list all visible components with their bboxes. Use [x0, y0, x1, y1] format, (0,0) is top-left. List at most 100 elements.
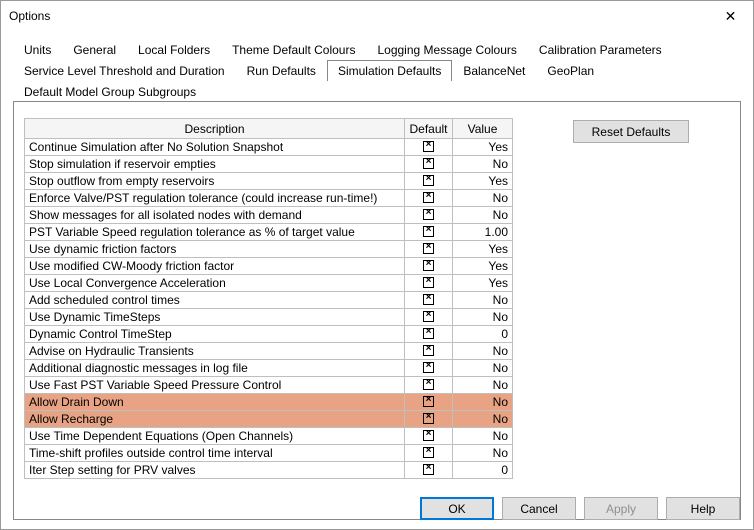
- cancel-button[interactable]: Cancel: [502, 497, 576, 520]
- cell-default[interactable]: [405, 275, 453, 292]
- cell-default[interactable]: [405, 173, 453, 190]
- cell-value[interactable]: No: [453, 394, 513, 411]
- table-row[interactable]: Dynamic Control TimeStep 0: [25, 326, 513, 343]
- table-row[interactable]: PST Variable Speed regulation tolerance …: [25, 224, 513, 241]
- table-row[interactable]: Stop outflow from empty reservoirs Yes: [25, 173, 513, 190]
- tab-simulation-defaults[interactable]: Simulation Defaults: [327, 60, 452, 81]
- table-row[interactable]: Allow Drain Down No: [25, 394, 513, 411]
- tab-calibration-parameters[interactable]: Calibration Parameters: [528, 39, 673, 60]
- cell-value[interactable]: No: [453, 156, 513, 173]
- col-value[interactable]: Value: [453, 119, 513, 139]
- cell-value[interactable]: Yes: [453, 258, 513, 275]
- table-row[interactable]: Add scheduled control times No: [25, 292, 513, 309]
- tab-run-defaults[interactable]: Run Defaults: [236, 60, 327, 81]
- cell-description[interactable]: Dynamic Control TimeStep: [25, 326, 405, 343]
- cell-default[interactable]: [405, 190, 453, 207]
- cell-description[interactable]: PST Variable Speed regulation tolerance …: [25, 224, 405, 241]
- cell-value[interactable]: No: [453, 411, 513, 428]
- cell-description[interactable]: Use modified CW-Moody friction factor: [25, 258, 405, 275]
- cell-value[interactable]: No: [453, 309, 513, 326]
- settings-table[interactable]: Description Default Value Continue Simul…: [24, 118, 513, 479]
- table-row[interactable]: Use Local Convergence Acceleration Yes: [25, 275, 513, 292]
- cell-default[interactable]: [405, 360, 453, 377]
- cell-default[interactable]: [405, 377, 453, 394]
- reset-defaults-button[interactable]: Reset Defaults: [573, 120, 689, 143]
- table-row[interactable]: Iter Step setting for PRV valves 0: [25, 462, 513, 479]
- cell-description[interactable]: Use Dynamic TimeSteps: [25, 309, 405, 326]
- cell-description[interactable]: Add scheduled control times: [25, 292, 405, 309]
- table-row[interactable]: Advise on Hydraulic Transients No: [25, 343, 513, 360]
- cell-value[interactable]: No: [453, 343, 513, 360]
- cell-description[interactable]: Stop outflow from empty reservoirs: [25, 173, 405, 190]
- cell-value[interactable]: No: [453, 190, 513, 207]
- table-row[interactable]: Continue Simulation after No Solution Sn…: [25, 139, 513, 156]
- cell-description[interactable]: Additional diagnostic messages in log fi…: [25, 360, 405, 377]
- cell-default[interactable]: [405, 326, 453, 343]
- cell-description[interactable]: Use Local Convergence Acceleration: [25, 275, 405, 292]
- ok-button[interactable]: OK: [420, 497, 494, 520]
- table-row[interactable]: Use Time Dependent Equations (Open Chann…: [25, 428, 513, 445]
- table-row[interactable]: Use Dynamic TimeSteps No: [25, 309, 513, 326]
- cell-default[interactable]: [405, 394, 453, 411]
- tab-local-folders[interactable]: Local Folders: [127, 39, 221, 60]
- cell-value[interactable]: Yes: [453, 275, 513, 292]
- cell-value[interactable]: 0: [453, 326, 513, 343]
- cell-value[interactable]: No: [453, 445, 513, 462]
- cell-description[interactable]: Iter Step setting for PRV valves: [25, 462, 405, 479]
- table-row[interactable]: Use modified CW-Moody friction factor Yes: [25, 258, 513, 275]
- cell-value[interactable]: No: [453, 292, 513, 309]
- cell-default[interactable]: [405, 224, 453, 241]
- cell-value[interactable]: No: [453, 360, 513, 377]
- table-row[interactable]: Enforce Valve/PST regulation tolerance (…: [25, 190, 513, 207]
- cell-description[interactable]: Use dynamic friction factors: [25, 241, 405, 258]
- table-row[interactable]: Allow Recharge No: [25, 411, 513, 428]
- table-row[interactable]: Use Fast PST Variable Speed Pressure Con…: [25, 377, 513, 394]
- cell-description[interactable]: Use Time Dependent Equations (Open Chann…: [25, 428, 405, 445]
- tab-logging-message-colours[interactable]: Logging Message Colours: [366, 39, 527, 60]
- table-row[interactable]: Time-shift profiles outside control time…: [25, 445, 513, 462]
- cell-description[interactable]: Use Fast PST Variable Speed Pressure Con…: [25, 377, 405, 394]
- cell-description[interactable]: Show messages for all isolated nodes wit…: [25, 207, 405, 224]
- cell-value[interactable]: No: [453, 428, 513, 445]
- cell-description[interactable]: Stop simulation if reservoir empties: [25, 156, 405, 173]
- cell-value[interactable]: Yes: [453, 173, 513, 190]
- table-row[interactable]: Show messages for all isolated nodes wit…: [25, 207, 513, 224]
- help-button[interactable]: Help: [666, 497, 740, 520]
- cell-value[interactable]: 1.00: [453, 224, 513, 241]
- cell-default[interactable]: [405, 139, 453, 156]
- cell-default[interactable]: [405, 309, 453, 326]
- cell-default[interactable]: [405, 241, 453, 258]
- cell-description[interactable]: Allow Drain Down: [25, 394, 405, 411]
- tab-balancenet[interactable]: BalanceNet: [452, 60, 536, 81]
- tab-theme-default-colours[interactable]: Theme Default Colours: [221, 39, 366, 60]
- cell-value[interactable]: 0: [453, 462, 513, 479]
- cell-description[interactable]: Enforce Valve/PST regulation tolerance (…: [25, 190, 405, 207]
- cell-value[interactable]: No: [453, 377, 513, 394]
- cell-default[interactable]: [405, 343, 453, 360]
- cell-default[interactable]: [405, 445, 453, 462]
- cell-default[interactable]: [405, 207, 453, 224]
- close-icon[interactable]: ✕: [708, 1, 753, 31]
- tab-service-level-threshold-and-duration[interactable]: Service Level Threshold and Duration: [13, 60, 236, 81]
- cell-default[interactable]: [405, 156, 453, 173]
- cell-description[interactable]: Time-shift profiles outside control time…: [25, 445, 405, 462]
- apply-button[interactable]: Apply: [584, 497, 658, 520]
- cell-default[interactable]: [405, 292, 453, 309]
- cell-description[interactable]: Allow Recharge: [25, 411, 405, 428]
- table-row[interactable]: Stop simulation if reservoir empties No: [25, 156, 513, 173]
- col-default[interactable]: Default: [405, 119, 453, 139]
- table-row[interactable]: Additional diagnostic messages in log fi…: [25, 360, 513, 377]
- cell-default[interactable]: [405, 411, 453, 428]
- cell-description[interactable]: Advise on Hydraulic Transients: [25, 343, 405, 360]
- col-description[interactable]: Description: [25, 119, 405, 139]
- cell-description[interactable]: Continue Simulation after No Solution Sn…: [25, 139, 405, 156]
- cell-value[interactable]: Yes: [453, 139, 513, 156]
- tab-default-model-group-subgroups[interactable]: Default Model Group Subgroups: [13, 81, 207, 102]
- table-row[interactable]: Use dynamic friction factors Yes: [25, 241, 513, 258]
- cell-value[interactable]: No: [453, 207, 513, 224]
- tab-geoplan[interactable]: GeoPlan: [536, 60, 605, 81]
- cell-value[interactable]: Yes: [453, 241, 513, 258]
- tab-units[interactable]: Units: [13, 39, 62, 60]
- cell-default[interactable]: [405, 428, 453, 445]
- cell-default[interactable]: [405, 258, 453, 275]
